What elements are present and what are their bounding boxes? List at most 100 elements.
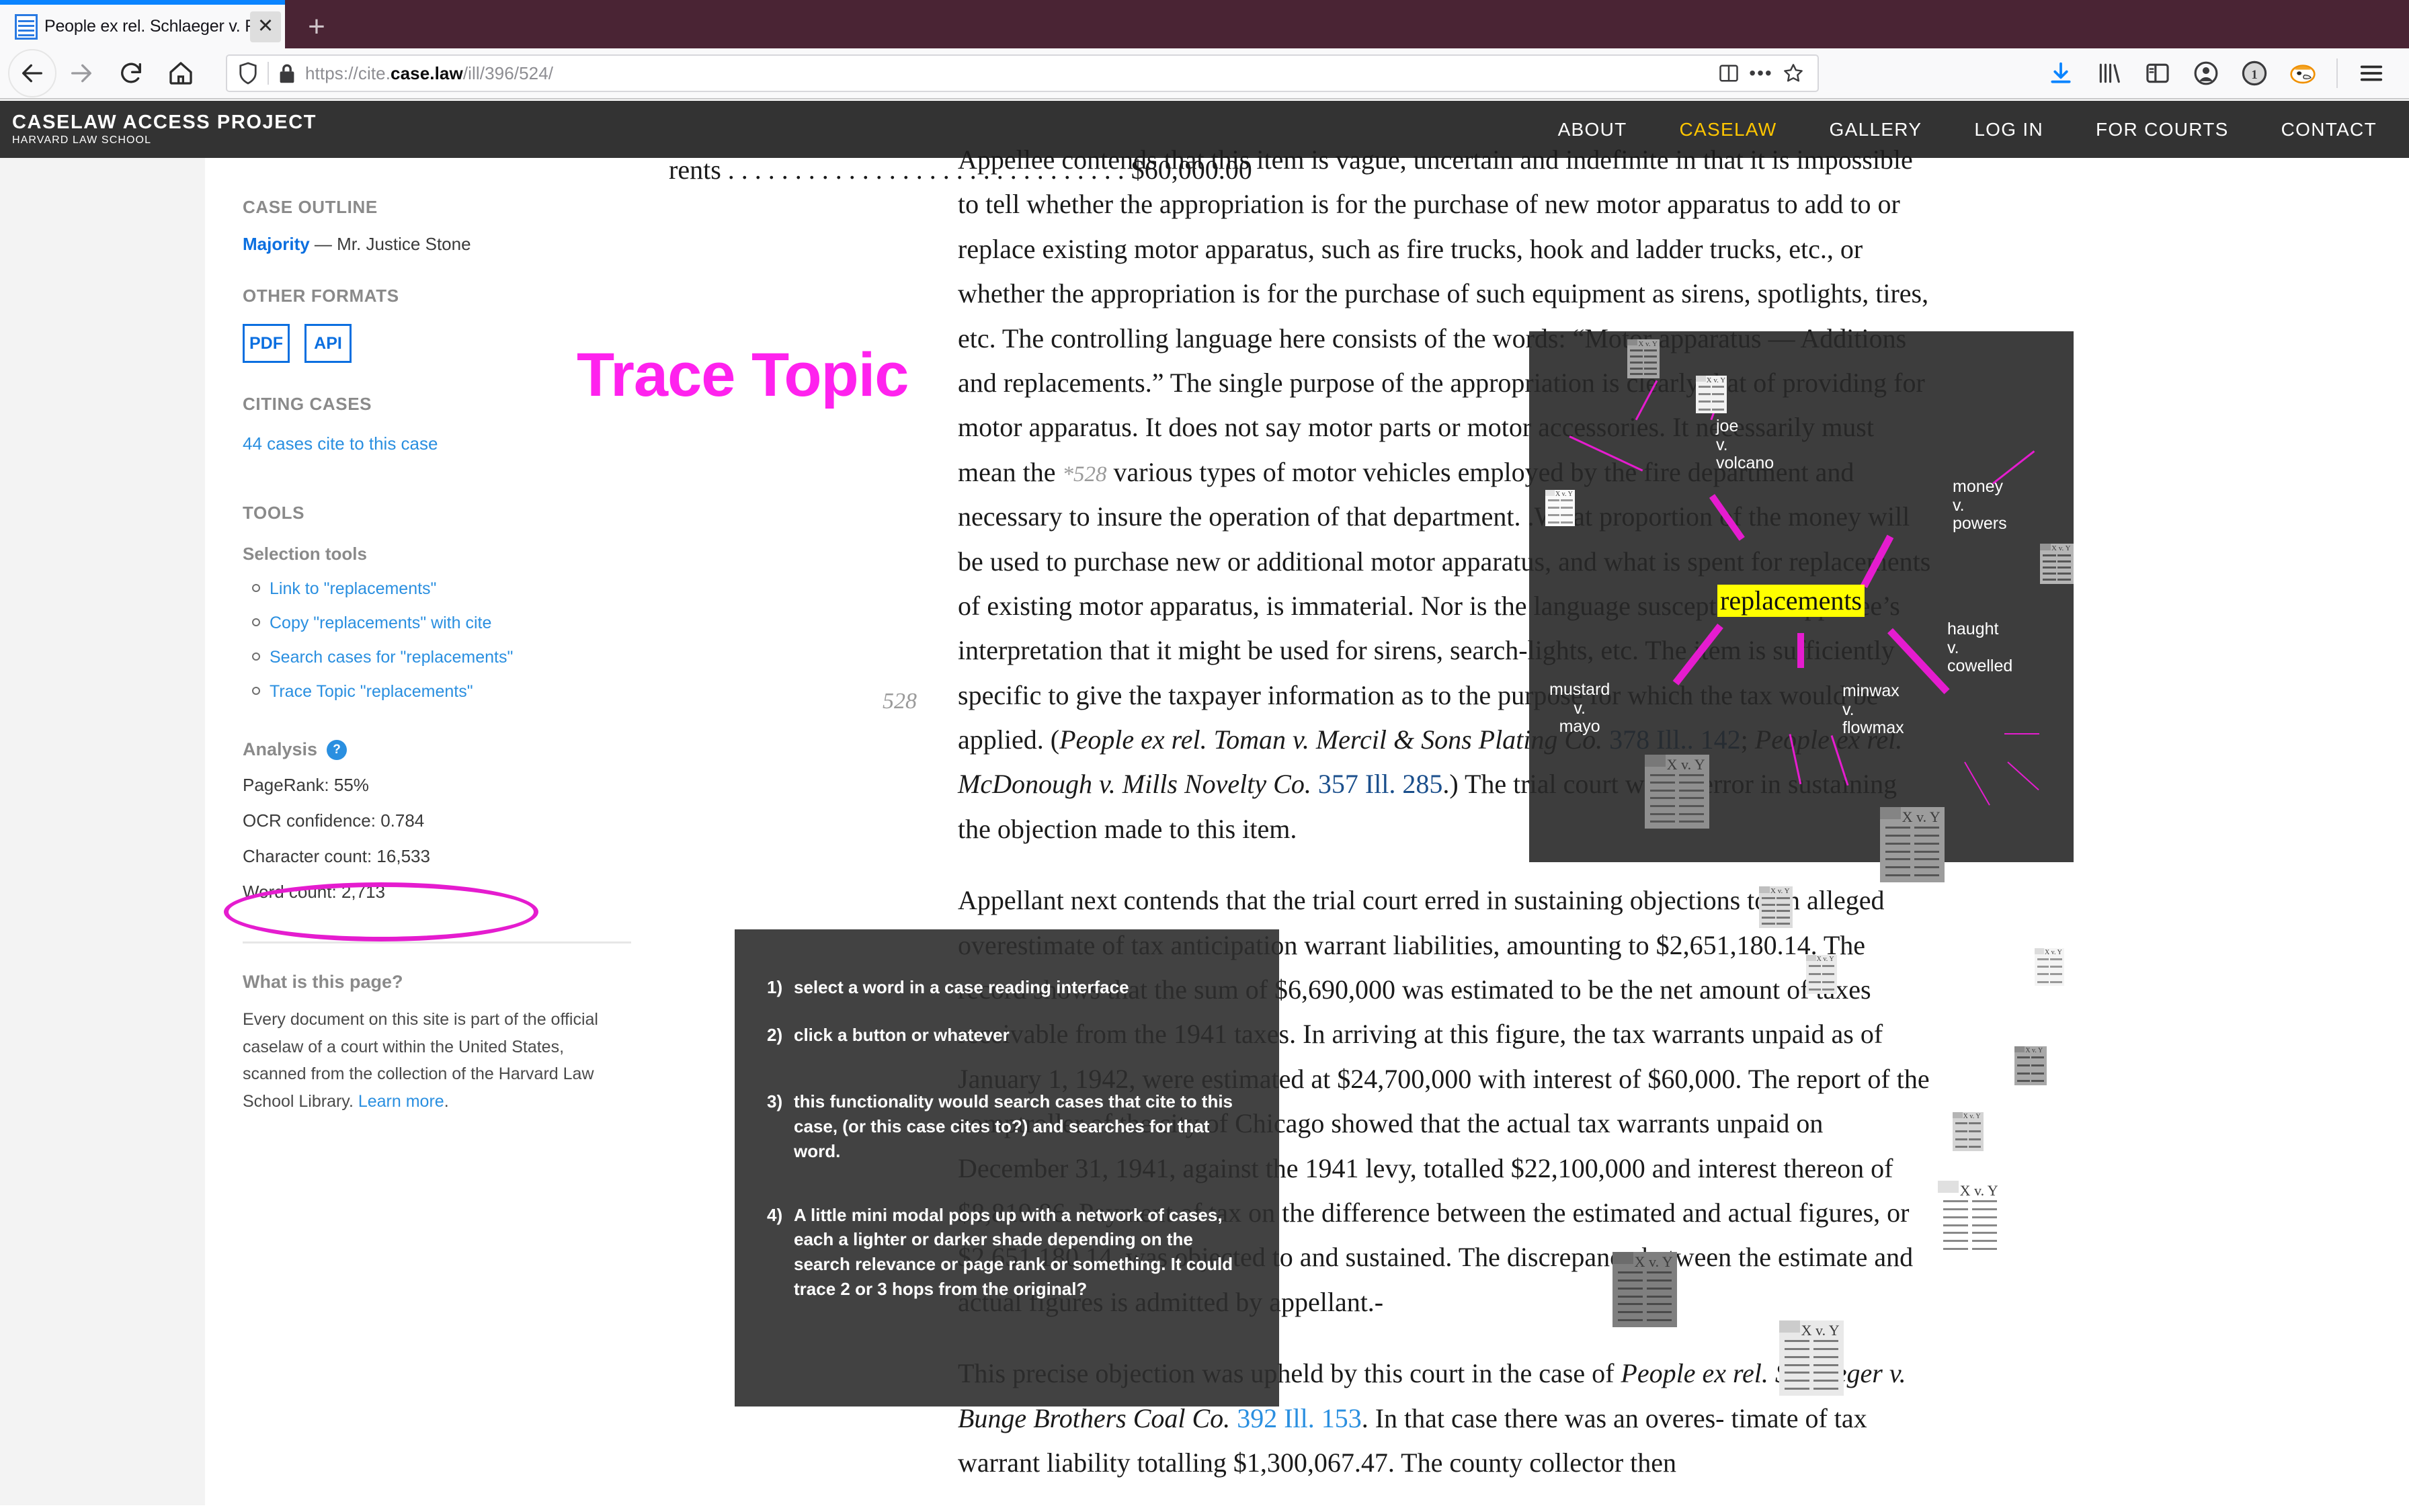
library-icon[interactable] [2085,54,2133,93]
case-document-icon[interactable]: X v. Y [1627,339,1660,378]
shield-icon[interactable] [237,62,259,85]
analysis-ocr-confidence: OCR confidence: 0.784 [243,810,425,831]
bullet-icon [252,687,260,695]
case-document-icon[interactable]: X v. Y [2035,948,2064,986]
majority-author-label: — Mr. Justice Stone [314,234,471,254]
doc-icon-label: X v. Y [1634,1253,1673,1271]
case-document-icon[interactable]: X v. Y [1759,886,1793,928]
network-edge [2004,733,2039,734]
learn-more-link[interactable]: Learn more [358,1092,444,1111]
what-body-period: . [444,1091,449,1111]
account-icon[interactable] [2182,54,2230,93]
analysis-heading: Analysis ? [243,739,631,760]
case-document-icon-money-v-powers[interactable]: X v. Y [1880,807,1945,882]
note-number: 1) [767,977,783,997]
annotation-note-1: 1) select a word in a case reading inter… [767,975,1252,1000]
note-text: A little mini modal pops up with a netwo… [794,1204,1233,1300]
nav-item-contact[interactable]: CONTACT [2281,119,2377,140]
case-document-icon[interactable]: X v. Y [1696,376,1727,413]
case-document-icon-mustard-v-mayo[interactable]: X v. Y [1612,1252,1677,1327]
network-edge [1830,735,1849,786]
network-edge [1789,734,1802,785]
nav-item-gallery[interactable]: GALLERY [1830,119,1922,140]
password-manager-icon[interactable]: 1 [2230,54,2279,93]
network-edge [1635,380,1658,421]
inline-page-marker: *528 [1062,462,1107,487]
browser-chrome: People ex rel. Schlaeger v. Fran ✕ + [0,0,2409,101]
downloads-icon[interactable] [2037,54,2085,93]
browser-navigation-bar: https://cite.case.law/ill/396/524/ ••• 1 [0,48,2409,99]
back-arrow-icon[interactable] [8,49,56,97]
forward-arrow-icon[interactable] [56,54,106,93]
case-document-icon-joe-v-volcano[interactable]: X v. Y [1645,755,1709,829]
bullet-icon [252,584,260,592]
selection-tool-label[interactable]: Link to "replacements" [270,579,436,599]
analysis-heading-label: Analysis [243,739,318,759]
annotation-note-2: 2) click a button or whatever [767,1023,1252,1048]
case-outline-heading: CASE OUTLINE [243,197,378,217]
bookmark-star-icon[interactable] [1779,62,1808,84]
case-document-icon[interactable]: X v. Y [1545,490,1575,526]
svg-text:1: 1 [2251,68,2258,82]
new-tab-icon[interactable]: + [296,5,337,48]
annotation-note-3: 3) this functionality would search cases… [767,1089,1252,1164]
hamburger-menu-icon[interactable] [2347,54,2396,93]
api-button[interactable]: API [304,324,352,363]
selection-tool-label[interactable]: Trace Topic "replacements" [270,682,473,702]
privacy-badger-icon[interactable] [2279,54,2327,93]
site-logo[interactable]: CASELAW ACCESS PROJECT HARVARD LAW SCHOO… [12,112,317,147]
network-edge-strong [1797,633,1804,668]
network-edge [1569,435,1643,472]
reader-view-icon[interactable] [1714,64,1744,83]
note-number: 3) [767,1091,783,1111]
sidebar-divider [243,941,631,943]
case-document-icon[interactable]: X v. Y [1806,955,1837,994]
page-actions-icon[interactable]: ••• [1744,62,1779,84]
analysis-character-count: Character count: 16,533 [243,846,430,866]
site-logo-subtitle: HARVARD LAW SCHOOL [12,134,152,146]
network-node-label-mustard-v-mayo: mustard v. mayo [1549,680,1610,736]
page-body: CASE OUTLINE Majority — Mr. Justice Ston… [0,144,2409,1505]
selection-tools-label: Selection tools [243,544,367,564]
citing-cases-heading: CITING CASES [243,394,372,414]
sidebar-toggle-icon[interactable] [2133,54,2182,93]
selection-tool-link-to[interactable]: Link to "replacements" [252,579,631,599]
url-bar[interactable]: https://cite.case.law/ill/396/524/ ••• [226,54,1819,92]
tab-close-icon[interactable]: ✕ [250,11,281,42]
trace-topic-annotation-title: Trace Topic [577,341,909,409]
reload-icon[interactable] [106,54,156,93]
browser-tab-active[interactable]: People ex rel. Schlaeger v. Fran ✕ [0,5,285,48]
nav-item-for-courts[interactable]: FOR COURTS [2096,119,2229,140]
home-icon[interactable] [156,54,206,93]
citing-cases-link[interactable]: 44 cases cite to this case [243,433,631,454]
pdf-button[interactable]: PDF [243,324,290,363]
case-document-icon-minwax-v-flowmax[interactable]: X v. Y [1779,1320,1844,1396]
selection-tool-trace-topic[interactable]: Trace Topic "replacements" [252,682,631,702]
citation-2-link[interactable]: 357 Ill. 285 [1318,769,1443,799]
majority-link[interactable]: Majority [243,234,310,254]
nav-item-caselaw[interactable]: CASELAW [1680,119,1777,140]
case-document-icon[interactable]: X v. Y [2014,1046,2047,1085]
what-is-this-page-body: Every document on this site is part of t… [243,1006,631,1115]
case-document-icon[interactable]: X v. Y [1953,1112,1984,1151]
tools-heading: TOOLS [243,503,305,523]
lock-icon[interactable] [277,62,297,84]
other-formats-buttons: PDF API [243,324,631,363]
selection-tool-label[interactable]: Copy "replacements" with cite [270,614,491,633]
help-icon[interactable]: ? [327,739,348,760]
doc-icon-label: X v. Y [1666,756,1705,773]
case-document-icon[interactable]: X v. Y [2040,544,2074,584]
nav-item-login[interactable]: LOG IN [1974,119,2043,140]
selection-tool-search-cases[interactable]: Search cases for "replacements" [252,648,631,667]
selection-tool-label[interactable]: Search cases for "replacements" [270,648,513,667]
citation-3-link[interactable]: 392 Ill. 153 [1237,1403,1362,1433]
what-is-this-page-heading: What is this page? [243,972,403,992]
case-document-icon-haught-v-cowelled[interactable]: X v. Y [1938,1181,2002,1256]
case-outline-majority-row: Majority — Mr. Justice Stone [243,234,631,255]
network-edge-strong [1709,494,1745,541]
selection-tool-copy-with-cite[interactable]: Copy "replacements" with cite [252,614,631,633]
url-text[interactable]: https://cite.case.law/ill/396/524/ [305,63,1714,84]
doc-icon-label: X v. Y [1959,1182,1998,1200]
other-formats-heading: OTHER FORMATS [243,286,399,306]
nav-item-about[interactable]: ABOUT [1558,119,1627,140]
